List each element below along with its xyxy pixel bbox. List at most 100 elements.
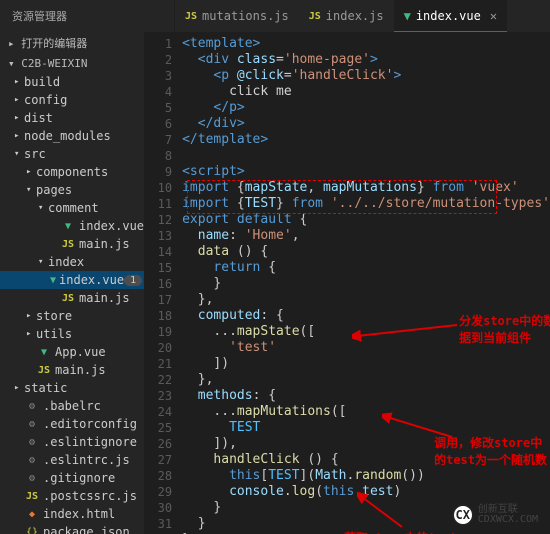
tree-item-package-json[interactable]: {}package.json	[0, 523, 144, 534]
code-line[interactable]: },	[182, 372, 550, 388]
tree-label: .babelrc	[43, 399, 101, 413]
tree-label: utils	[36, 327, 72, 341]
tree-item-index-vue[interactable]: ▼index.vue	[0, 217, 144, 235]
code-line[interactable]: console.log(this.test)	[182, 484, 550, 500]
vue-icon: ▼	[60, 221, 76, 232]
code-line[interactable]: ...mapMutations([	[182, 404, 550, 420]
code-line[interactable]	[182, 148, 550, 164]
tree-item--gitignore[interactable]: ⚙.gitignore	[0, 469, 144, 487]
tree-label: .editorconfig	[43, 417, 137, 431]
tree-item--editorconfig[interactable]: ⚙.editorconfig	[0, 415, 144, 433]
section-project[interactable]: ▾ C2B-WEIXIN	[0, 54, 144, 73]
code-line[interactable]: import {TEST} from '../../store/mutation…	[182, 196, 550, 212]
close-icon[interactable]: ✕	[490, 9, 497, 23]
tree-label: node_modules	[24, 129, 111, 143]
tree-label: comment	[48, 201, 99, 215]
code-line[interactable]: </template>	[182, 132, 550, 148]
editor-tabs: JS mutations.js JSindex.js ▼ index.vue ✕	[175, 0, 550, 32]
tree-label: .gitignore	[43, 471, 115, 485]
config-icon: ⚙	[24, 455, 40, 466]
expand-icon: ▸	[26, 167, 36, 177]
expand-icon: ▸	[14, 131, 24, 141]
tree-item-main-js[interactable]: JSmain.js	[0, 289, 144, 307]
code-line[interactable]: computed: {	[182, 308, 550, 324]
config-icon: ⚙	[24, 401, 40, 412]
file-icon: JS	[185, 11, 197, 22]
code-line[interactable]: ])	[182, 356, 550, 372]
config-icon: ⚙	[24, 437, 40, 448]
code-line[interactable]: TEST	[182, 420, 550, 436]
tree-label: components	[36, 165, 108, 179]
section-open-editors[interactable]: ▸ 打开的编辑器	[0, 32, 144, 54]
tree-item-index-vue[interactable]: ▼index.vue1	[0, 271, 144, 289]
tree-label: .postcssrc.js	[43, 489, 137, 503]
tree-label: main.js	[79, 237, 130, 251]
tree-item-src[interactable]: ▾src	[0, 145, 144, 163]
code-line[interactable]: methods: {	[182, 388, 550, 404]
code-line[interactable]: return {	[182, 260, 550, 276]
watermark-icon: CX	[452, 504, 474, 526]
tree-item-node_modules[interactable]: ▸node_modules	[0, 127, 144, 145]
tree-item-store[interactable]: ▸store	[0, 307, 144, 325]
js-icon: JS	[60, 293, 76, 304]
file-icon: ▼	[404, 9, 411, 23]
tree-item-pages[interactable]: ▾pages	[0, 181, 144, 199]
expand-icon: ▸	[14, 383, 24, 393]
tree-item-dist[interactable]: ▸dist	[0, 109, 144, 127]
code-line[interactable]: <script>	[182, 164, 550, 180]
code-line[interactable]: handleClick () {	[182, 452, 550, 468]
sidebar-tree: ▸ 打开的编辑器 ▾ C2B-WEIXIN ▸build▸config▸dist…	[0, 32, 144, 534]
js-icon: JS	[60, 239, 76, 250]
tree-label: index.vue	[59, 273, 124, 287]
tab-label: mutations.js	[202, 9, 289, 23]
tab-mutations-js[interactable]: JS mutations.js	[175, 0, 299, 32]
tree-item-index[interactable]: ▾index	[0, 253, 144, 271]
expand-icon: ▸	[14, 95, 24, 105]
code-line[interactable]: },	[182, 292, 550, 308]
code-line[interactable]: export default {	[182, 212, 550, 228]
code-line[interactable]: click me	[182, 84, 550, 100]
code-line[interactable]: data () {	[182, 244, 550, 260]
tree-item-App-vue[interactable]: ▼App.vue	[0, 343, 144, 361]
js-icon: JS	[36, 365, 52, 376]
code-area[interactable]: 分发store中的数 据到当前组件 调用，修改store中 的test为一个随机…	[182, 32, 550, 534]
code-line[interactable]: </div>	[182, 116, 550, 132]
tab-label: index.vue	[416, 9, 481, 23]
tree-item--eslintrc-js[interactable]: ⚙.eslintrc.js	[0, 451, 144, 469]
tree-item--babelrc[interactable]: ⚙.babelrc	[0, 397, 144, 415]
tree-item--eslintignore[interactable]: ⚙.eslintignore	[0, 433, 144, 451]
expand-icon: ▾	[38, 203, 48, 213]
code-line[interactable]: name: 'Home',	[182, 228, 550, 244]
tree-item--postcssrc-js[interactable]: JS.postcssrc.js	[0, 487, 144, 505]
tree-item-components[interactable]: ▸components	[0, 163, 144, 181]
code-line[interactable]: }	[182, 276, 550, 292]
expand-icon: ▾	[14, 149, 24, 159]
explorer-title: 资源管理器	[0, 0, 175, 32]
expand-icon: ▾	[38, 257, 48, 267]
code-line[interactable]: </p>	[182, 100, 550, 116]
tree-item-static[interactable]: ▸static	[0, 379, 144, 397]
code-line[interactable]: 'test'	[182, 340, 550, 356]
tree-item-config[interactable]: ▸config	[0, 91, 144, 109]
expand-icon: ▾	[26, 185, 36, 195]
code-line[interactable]: this[TEST](Math.random())	[182, 468, 550, 484]
tab-index-js[interactable]: JSindex.js	[299, 0, 394, 32]
tree-item-utils[interactable]: ▸utils	[0, 325, 144, 343]
tree-item-main-js[interactable]: JSmain.js	[0, 361, 144, 379]
tree-item-build[interactable]: ▸build	[0, 73, 144, 91]
tree-label: build	[24, 75, 60, 89]
code-line[interactable]: <template>	[182, 36, 550, 52]
code-line[interactable]: ]),	[182, 436, 550, 452]
file-icon: JS	[309, 11, 321, 22]
code-line[interactable]: import {mapState, mapMutations} from 'vu…	[182, 180, 550, 196]
tree-item-main-js[interactable]: JSmain.js	[0, 235, 144, 253]
tree-item-comment[interactable]: ▾comment	[0, 199, 144, 217]
tree-item-index-html[interactable]: ◆index.html	[0, 505, 144, 523]
code-line[interactable]: <p @click='handleClick'>	[182, 68, 550, 84]
config-icon: ⚙	[24, 473, 40, 484]
code-editor[interactable]: 1234567891011121314151617181920212223242…	[144, 32, 550, 534]
code-line[interactable]: <div class='home-page'>	[182, 52, 550, 68]
code-line[interactable]: ...mapState([	[182, 324, 550, 340]
tree-label: pages	[36, 183, 72, 197]
tab-index-vue[interactable]: ▼ index.vue ✕	[394, 0, 508, 32]
